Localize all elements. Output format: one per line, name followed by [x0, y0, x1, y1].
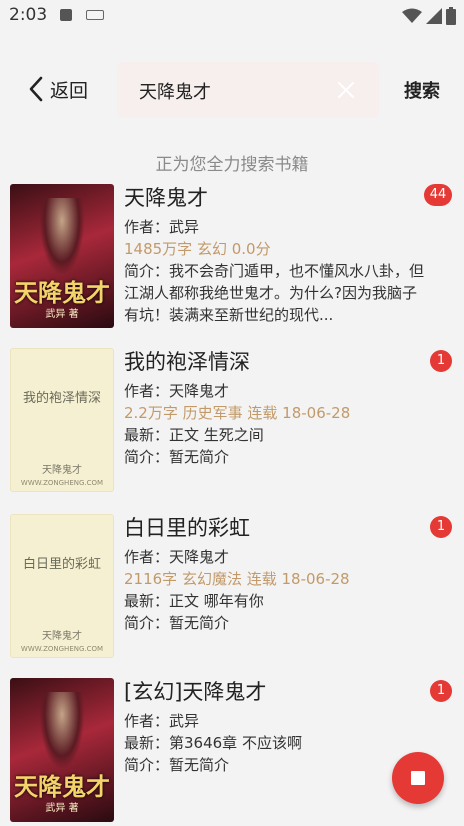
- search-box: [117, 62, 379, 118]
- book-info: [玄幻]天降鬼才 作者：武异 最新：第3646章 不应该啊 简介：暂无简介: [124, 678, 424, 776]
- cover-site: WWW.ZONGHENG.COM: [20, 645, 104, 653]
- keyboard-icon: [86, 10, 104, 20]
- book-intro: 简介：暂无简介: [124, 614, 230, 632]
- clear-icon[interactable]: [337, 81, 355, 99]
- back-button[interactable]: 返回: [28, 72, 88, 106]
- status-time: 2:03: [9, 5, 48, 25]
- book-info: 白日里的彩虹 作者：天降鬼才 2116字 玄幻魔法 连载 18-06-28 最新…: [124, 514, 424, 634]
- book-title: 我的袍泽情深: [124, 350, 250, 374]
- search-button[interactable]: 搜索: [404, 77, 440, 103]
- source-count-badge: 1: [430, 350, 452, 372]
- source-count-badge: 44: [424, 184, 452, 206]
- toolbar: 返回 搜索: [0, 58, 464, 120]
- book-cover: 我的袍泽情深 天降鬼才 WWW.ZONGHENG.COM: [10, 348, 114, 492]
- cover-title: 我的袍泽情深: [22, 391, 101, 406]
- book-title: [玄幻]天降鬼才: [124, 680, 267, 704]
- search-status-hint: 正为您全力搜索书籍: [155, 155, 309, 175]
- book-author: 作者：天降鬼才: [124, 382, 230, 400]
- book-info: 天降鬼才 作者：武异 1485万字 玄幻 0.0分 简介：我不会奇门遁甲，也不懂…: [124, 184, 424, 326]
- cover-figure: [40, 198, 84, 274]
- cover-title: 白日里的彩虹: [22, 557, 101, 572]
- search-input[interactable]: [137, 76, 331, 106]
- book-author: 作者：天降鬼才: [124, 548, 230, 566]
- notification-a-icon: [60, 9, 72, 21]
- list-item[interactable]: 天降鬼才 武异 著 天降鬼才 作者：武异 1485万字 玄幻 0.0分 简介：我…: [0, 184, 464, 332]
- cover-title: 天降鬼才: [14, 278, 110, 307]
- cover-site: WWW.ZONGHENG.COM: [20, 479, 104, 487]
- book-intro: 简介：我不会奇门遁甲，也不懂风水八卦，但江湖人都称我绝世鬼才。为什么?因为我脑子…: [124, 262, 424, 324]
- chevron-left-icon: [29, 76, 43, 102]
- book-meta: 2116字 玄幻魔法 连载 18-06-28: [124, 570, 350, 588]
- book-author: 作者：武异: [124, 712, 200, 730]
- book-intro: 简介：暂无简介: [124, 448, 230, 466]
- book-title: 白日里的彩虹: [124, 516, 250, 540]
- back-label: 返回: [50, 79, 89, 102]
- list-item[interactable]: 天降鬼才 武异 著 [玄幻]天降鬼才 作者：武异 最新：第3646章 不应该啊 …: [0, 678, 464, 826]
- cover-title: 天降鬼才: [14, 772, 110, 801]
- stop-icon: [411, 771, 425, 785]
- book-cover: 白日里的彩虹 天降鬼才 WWW.ZONGHENG.COM: [10, 514, 114, 658]
- stop-search-button[interactable]: [392, 752, 444, 804]
- source-count-badge: 1: [430, 680, 452, 702]
- book-intro: 简介：暂无简介: [124, 756, 230, 774]
- signal-icon: [426, 8, 442, 24]
- cover-author: 天降鬼才: [42, 465, 82, 476]
- book-cover: 天降鬼才 武异 著: [10, 678, 114, 822]
- status-icons: [402, 6, 456, 26]
- cover-author: 天降鬼才: [42, 631, 82, 642]
- book-latest-chapter: 最新：第3646章 不应该啊: [124, 734, 302, 752]
- list-item[interactable]: 我的袍泽情深 天降鬼才 WWW.ZONGHENG.COM 我的袍泽情深 作者：天…: [0, 348, 464, 496]
- book-cover: 天降鬼才 武异 著: [10, 184, 114, 328]
- cover-author: 武异 著: [45, 309, 79, 320]
- cover-figure: [40, 692, 84, 768]
- book-meta: 1485万字 玄幻 0.0分: [124, 240, 271, 258]
- book-title: 天降鬼才: [124, 186, 208, 210]
- source-count-badge: 1: [430, 516, 452, 538]
- list-item[interactable]: 白日里的彩虹 天降鬼才 WWW.ZONGHENG.COM 白日里的彩虹 作者：天…: [0, 514, 464, 662]
- battery-icon: [446, 7, 456, 25]
- book-info: 我的袍泽情深 作者：天降鬼才 2.2万字 历史军事 连载 18-06-28 最新…: [124, 348, 424, 468]
- wifi-icon: [402, 8, 422, 23]
- book-latest-chapter: 最新：正文 生死之间: [124, 426, 264, 444]
- book-meta: 2.2万字 历史军事 连载 18-06-28: [124, 404, 351, 422]
- cover-author: 武异 著: [45, 803, 79, 814]
- book-latest-chapter: 最新：正文 哪年有你: [124, 592, 264, 610]
- book-author: 作者：武异: [124, 218, 200, 236]
- status-bar: 2:03: [0, 0, 464, 32]
